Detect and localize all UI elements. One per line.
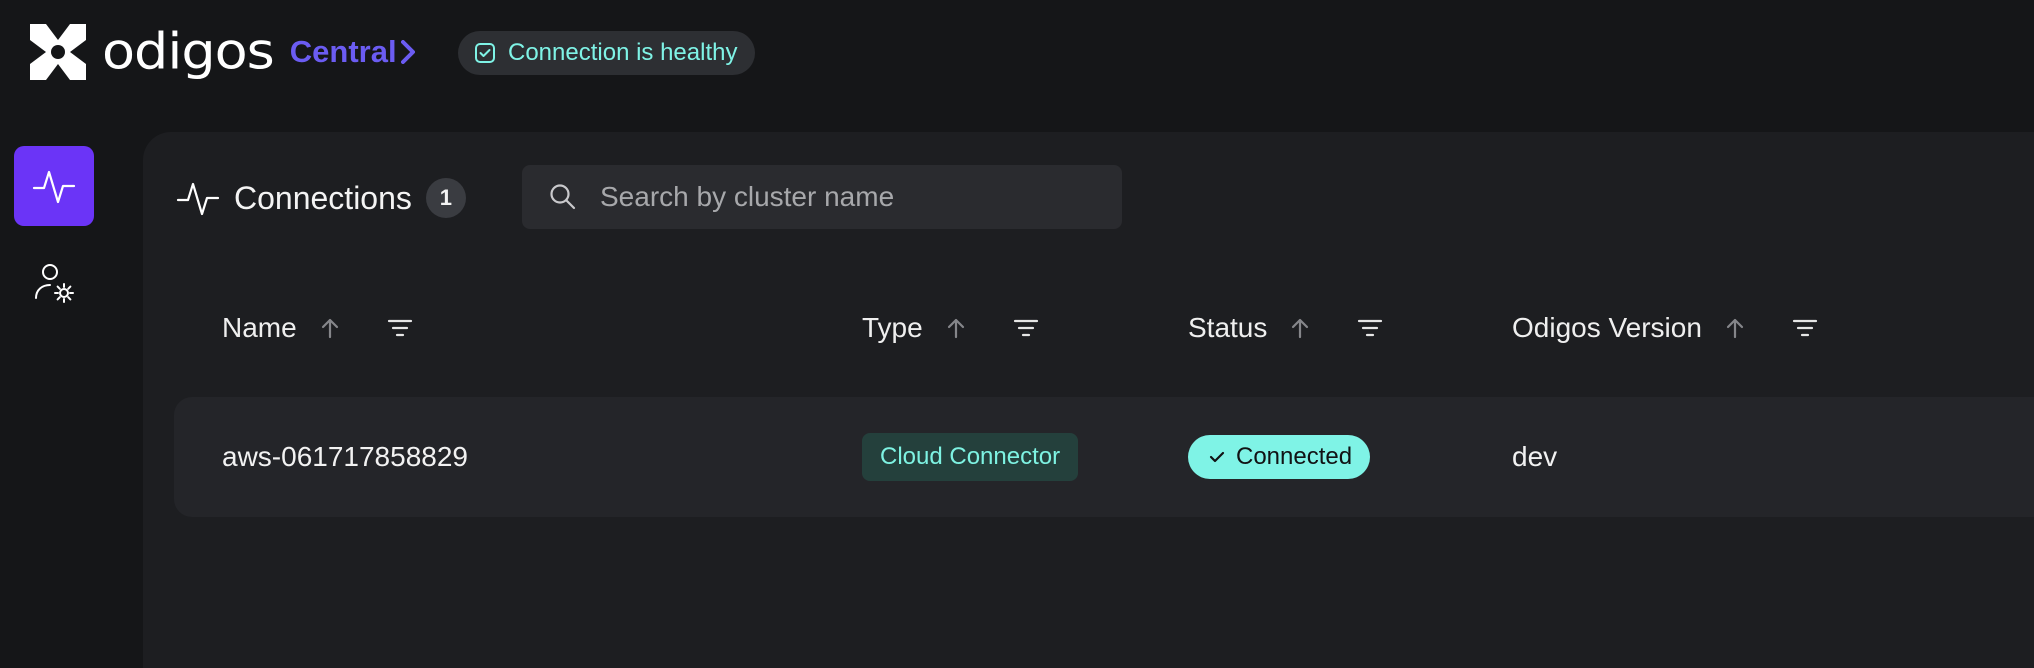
pulse-icon (176, 182, 220, 216)
column-header-status[interactable]: Status (1188, 306, 1383, 350)
filter-icon[interactable] (387, 317, 413, 339)
type-badge: Cloud Connector (862, 433, 1079, 481)
health-status-text: Connection is healthy (508, 39, 738, 66)
column-label: Status (1188, 312, 1268, 343)
sort-arrow-up-icon[interactable] (945, 316, 967, 340)
sort-arrow-up-icon[interactable] (319, 316, 341, 340)
check-icon (1209, 451, 1225, 463)
sort-arrow-up-icon[interactable] (1724, 316, 1746, 340)
top-bar: odigos Central Connection is healthy (0, 0, 2034, 106)
filter-icon[interactable] (1013, 317, 1039, 339)
check-square-icon (475, 43, 495, 63)
column-label: Odigos Version (1512, 312, 1702, 343)
filter-icon[interactable] (1357, 317, 1383, 339)
cell-name: aws-061717858829 (222, 441, 468, 472)
connections-header: Connections 1 (176, 172, 466, 224)
connection-health-badge: Connection is healthy (458, 31, 756, 75)
status-text: Connected (1236, 443, 1353, 470)
pulse-icon (32, 170, 76, 204)
page-title: Connections (234, 179, 412, 216)
column-label: Type (862, 312, 923, 343)
sidebar-item-user-settings[interactable] (14, 242, 94, 322)
product-name: Central (290, 34, 415, 70)
sidebar-item-connections[interactable] (14, 146, 94, 226)
cell-version: dev (1512, 441, 1558, 472)
chevron-right-icon (400, 40, 415, 64)
column-header-odigos-version[interactable]: Odigos Version (1512, 306, 1818, 350)
search-box[interactable] (522, 165, 1122, 229)
column-header-name[interactable]: Name (222, 306, 413, 350)
cell-status: Connected (1188, 397, 1371, 517)
user-settings-icon (35, 264, 74, 303)
product-label: Central (289, 34, 397, 69)
column-label: Name (222, 312, 297, 343)
status-badge: Connected (1188, 435, 1371, 479)
search-input[interactable] (598, 180, 1082, 214)
column-header-type[interactable]: Type (862, 306, 1039, 350)
search-icon (550, 184, 576, 210)
logo[interactable]: odigos Central (24, 18, 415, 86)
table-row[interactable]: aws-061717858829 Cloud Connector Connect… (174, 397, 2034, 517)
cell-type: Cloud Connector (862, 397, 1079, 517)
filter-icon[interactable] (1792, 317, 1818, 339)
connections-count-badge: 1 (425, 178, 466, 218)
sidebar (0, 106, 110, 668)
logo-wordmark: odigos (102, 22, 275, 81)
odigos-logo-icon (30, 24, 86, 80)
sort-arrow-up-icon[interactable] (1289, 316, 1311, 340)
